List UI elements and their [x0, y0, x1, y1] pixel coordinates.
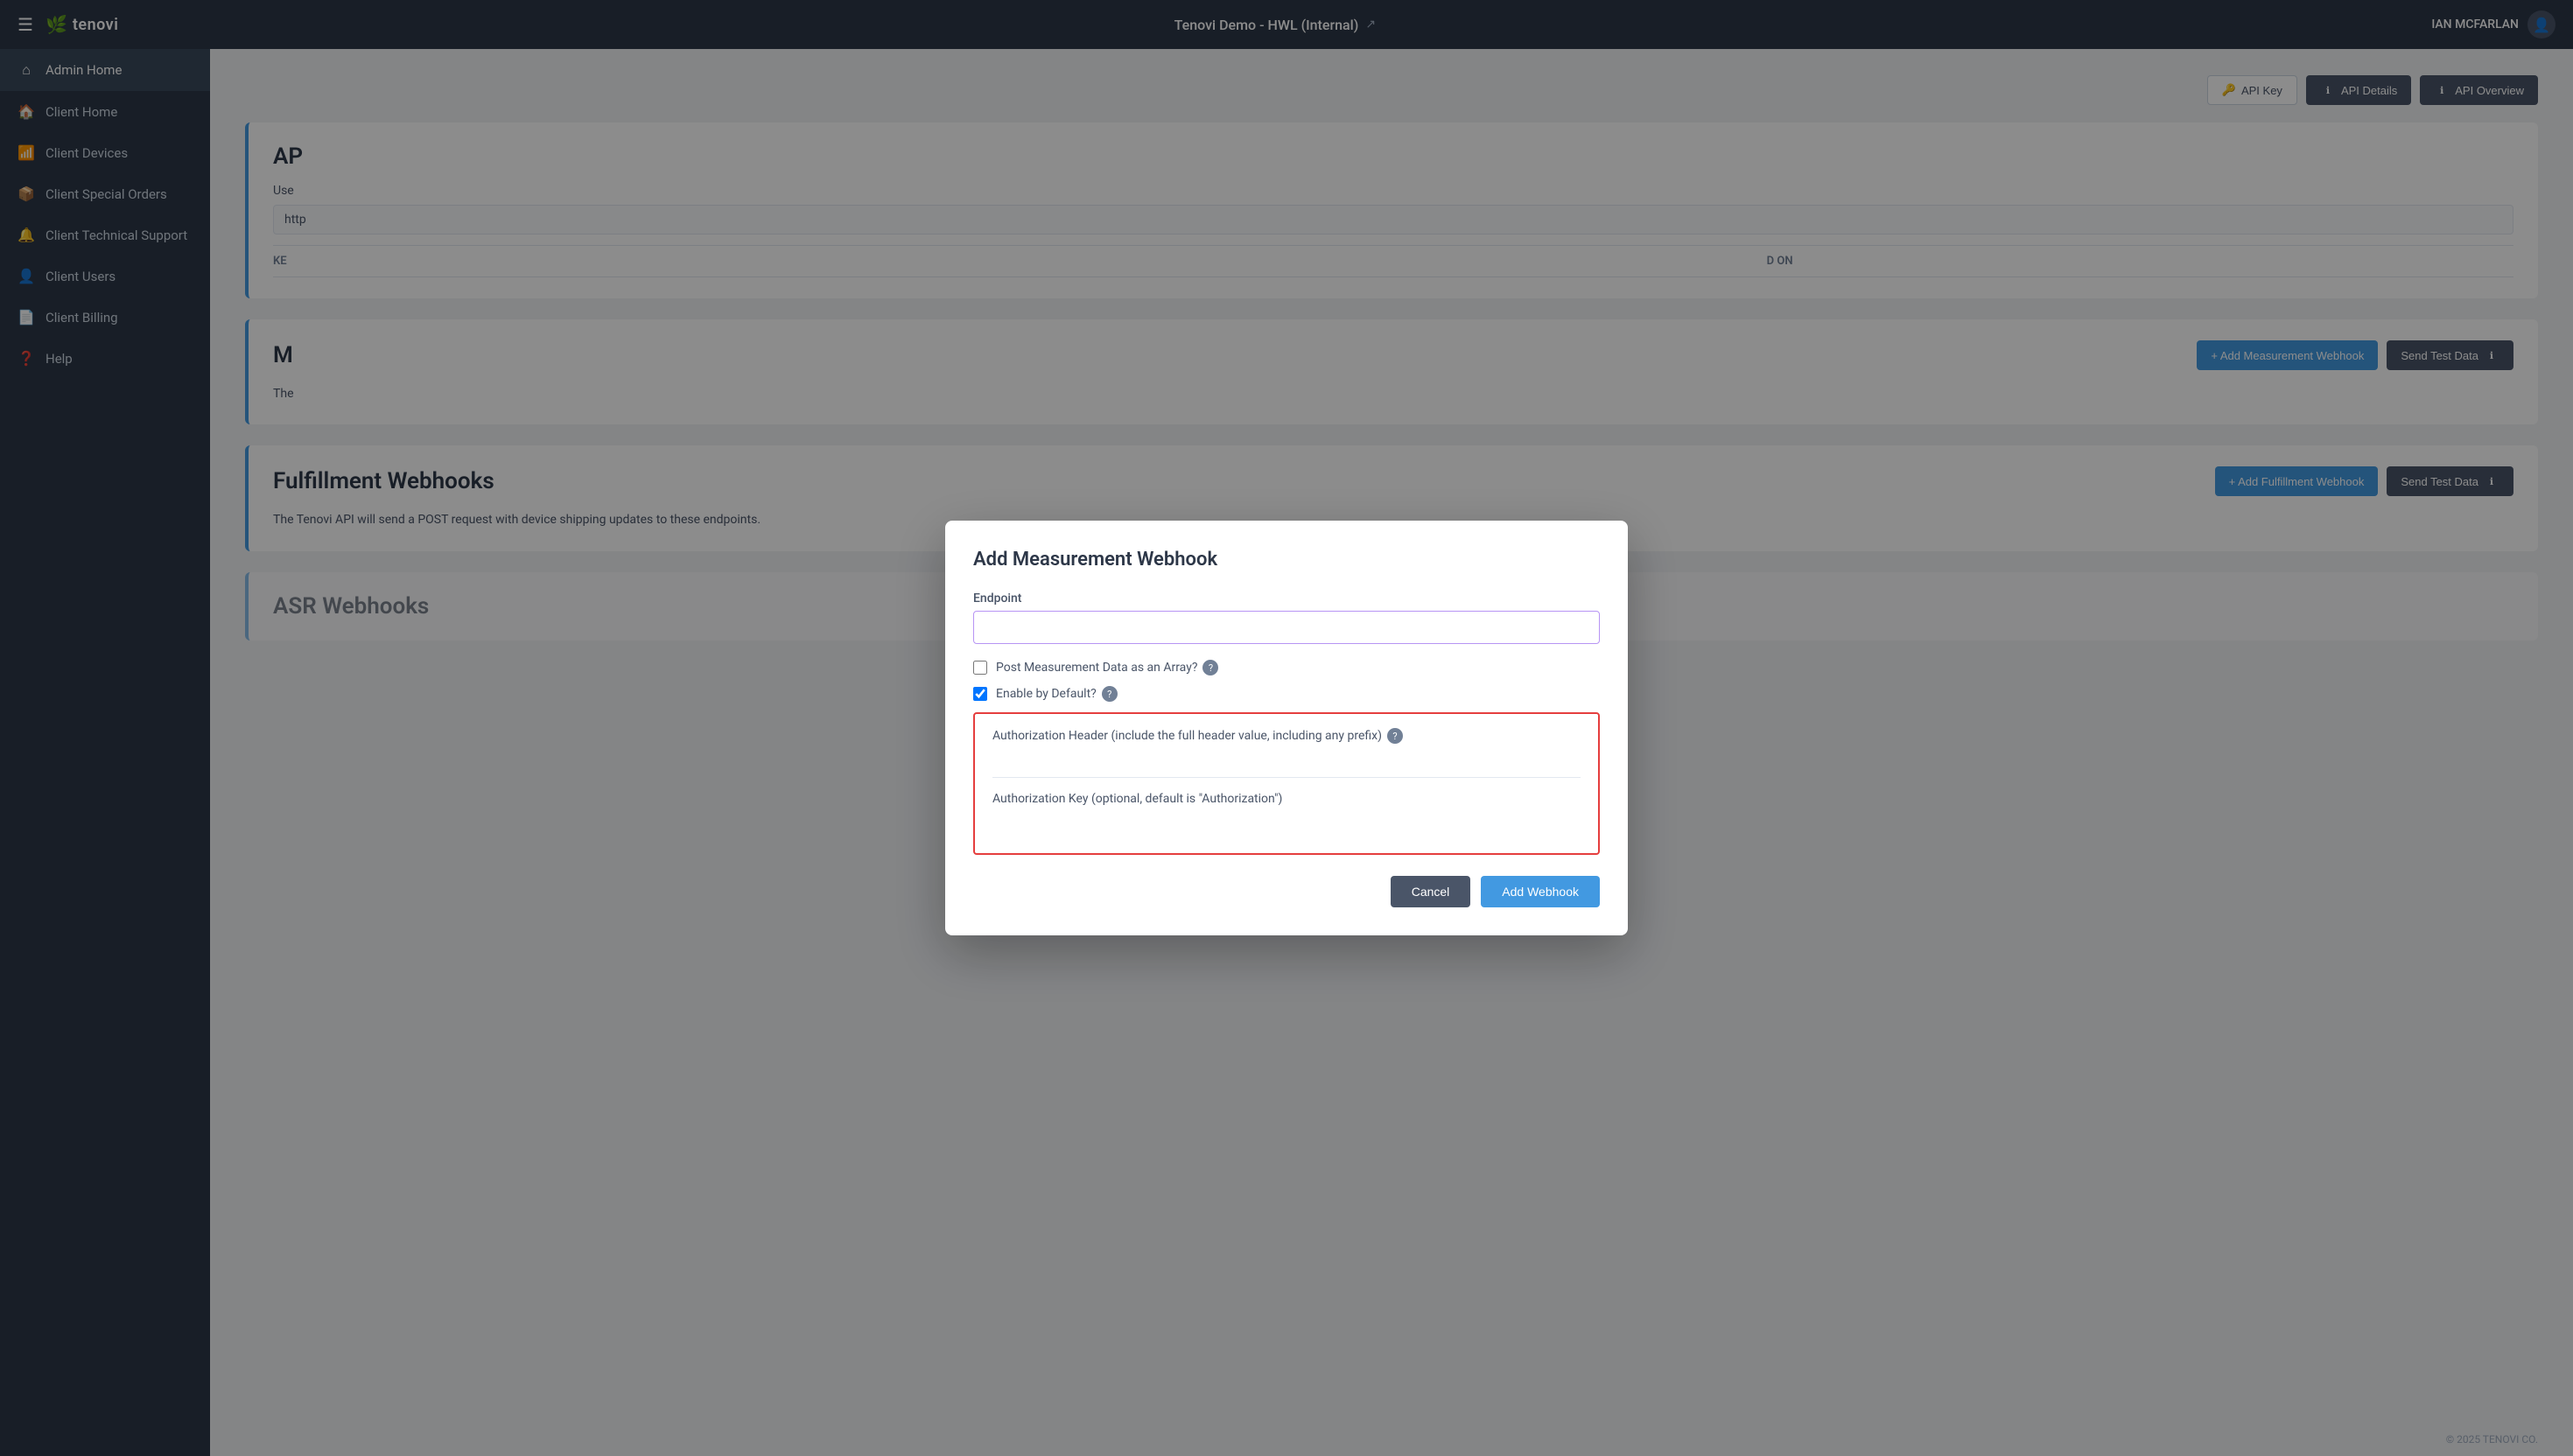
enable-default-help-icon[interactable]: ?: [1102, 686, 1118, 702]
endpoint-group: Endpoint: [973, 592, 1600, 644]
cancel-button[interactable]: Cancel: [1391, 876, 1471, 907]
auth-section: Authorization Header (include the full h…: [973, 712, 1600, 855]
endpoint-label: Endpoint: [973, 592, 1600, 606]
add-webhook-modal: Add Measurement Webhook Endpoint Post Me…: [945, 521, 1628, 935]
enable-default-row: Enable by Default? ?: [973, 686, 1600, 702]
endpoint-input[interactable]: [973, 611, 1600, 644]
enable-default-checkbox[interactable]: [973, 687, 987, 701]
auth-key-label: Authorization Key (optional, default is …: [992, 792, 1581, 806]
post-array-label: Post Measurement Data as an Array? ?: [996, 660, 1218, 676]
add-webhook-button[interactable]: Add Webhook: [1481, 876, 1600, 907]
post-measurement-row: Post Measurement Data as an Array? ?: [973, 660, 1600, 676]
post-array-checkbox[interactable]: [973, 661, 987, 675]
modal-footer: Cancel Add Webhook: [973, 876, 1600, 907]
auth-header-help-icon[interactable]: ?: [1387, 728, 1403, 744]
enable-default-label: Enable by Default? ?: [996, 686, 1118, 702]
auth-header-label: Authorization Header (include the full h…: [992, 728, 1581, 744]
modal-title: Add Measurement Webhook: [973, 549, 1600, 570]
post-array-help-icon[interactable]: ?: [1202, 660, 1218, 676]
auth-section-inner: Authorization Header (include the full h…: [989, 728, 1584, 839]
modal-overlay: Add Measurement Webhook Endpoint Post Me…: [0, 0, 2573, 1456]
auth-header-input[interactable]: [992, 749, 1581, 778]
auth-key-input[interactable]: [992, 811, 1581, 839]
